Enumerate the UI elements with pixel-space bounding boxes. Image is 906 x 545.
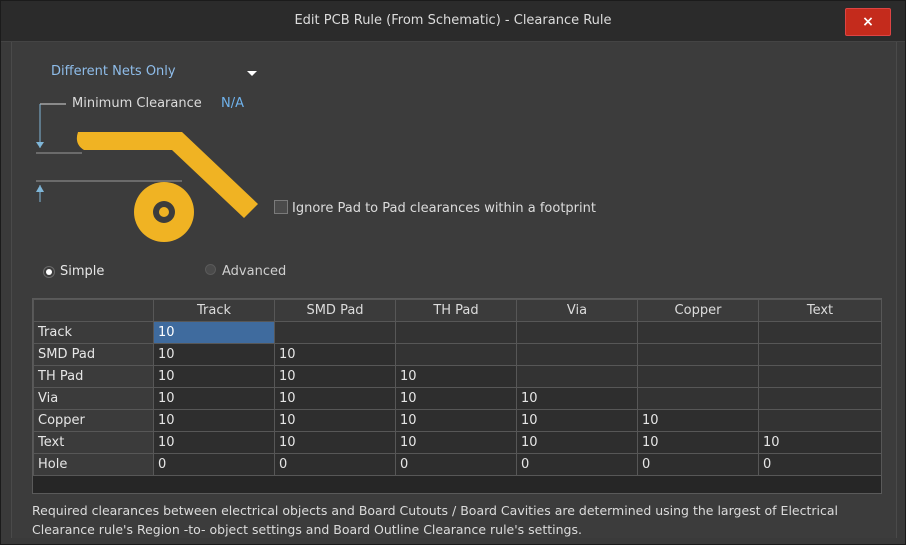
chevron-down-icon: [247, 71, 257, 76]
radio-selected-icon: [46, 269, 52, 275]
clearance-cell[interactable]: 10: [153, 343, 275, 366]
column-header: SMD Pad: [274, 299, 396, 322]
table-corner-cell: [33, 299, 154, 322]
clearance-cell[interactable]: 10: [274, 387, 396, 410]
clearance-matrix: Track SMD Pad TH Pad Via Copper Text Track 10 S…: [32, 298, 882, 494]
close-button[interactable]: ×: [845, 8, 891, 36]
clearance-cell[interactable]: 10: [516, 409, 638, 432]
ignore-pad-checkbox-row[interactable]: Ignore Pad to Pad clearances within a fo…: [274, 200, 596, 218]
clearance-cell[interactable]: 10: [637, 409, 759, 432]
clearance-cell[interactable]: 10: [395, 387, 517, 410]
clearance-cell[interactable]: 10: [274, 365, 396, 388]
simple-radio-label: Simple: [60, 264, 105, 279]
table-row: Track 10: [33, 321, 882, 344]
empty-cell: [637, 343, 759, 366]
clearance-table: Track SMD Pad TH Pad Via Copper Text Track 10 S…: [33, 299, 882, 476]
clearance-cell[interactable]: 10: [153, 387, 275, 410]
row-header: Text: [33, 431, 154, 454]
empty-cell: [637, 321, 759, 344]
empty-cell: [758, 387, 882, 410]
clearance-cell[interactable]: 10: [153, 409, 275, 432]
clearance-cell[interactable]: 0: [153, 453, 275, 476]
column-header: TH Pad: [395, 299, 517, 322]
simple-radio-option[interactable]: Simple: [44, 264, 104, 279]
empty-cell: [758, 409, 882, 432]
minimum-clearance-label: Minimum Clearance: [72, 96, 202, 111]
net-scope-value: Different Nets Only: [51, 64, 176, 79]
empty-cell: [516, 365, 638, 388]
title-bar: Edit PCB Rule (From Schematic) - Clearan…: [1, 1, 905, 42]
clearance-cell[interactable]: 0: [758, 453, 882, 476]
clearance-cell[interactable]: 10: [395, 365, 517, 388]
column-header: Text: [758, 299, 882, 322]
empty-cell: [395, 343, 517, 366]
clearance-diagram: [36, 103, 258, 242]
clearance-cell[interactable]: 10: [395, 431, 517, 454]
table-row: SMD Pad 10 10: [33, 343, 882, 366]
empty-cell: [274, 321, 396, 344]
empty-cell: [758, 321, 882, 344]
clearance-cell[interactable]: 0: [395, 453, 517, 476]
clearance-cell[interactable]: 10: [395, 409, 517, 432]
clearance-cell[interactable]: 10: [153, 321, 275, 344]
table-row: Hole 0 0 0 0 0 0: [33, 453, 882, 476]
clearance-cell[interactable]: 0: [274, 453, 396, 476]
clearance-cell[interactable]: 0: [516, 453, 638, 476]
empty-cell: [758, 365, 882, 388]
column-header: Via: [516, 299, 638, 322]
clearance-cell[interactable]: 10: [637, 431, 759, 454]
clearance-cell[interactable]: 10: [274, 409, 396, 432]
row-header: Track: [33, 321, 154, 344]
empty-cell: [758, 343, 882, 366]
empty-cell: [637, 365, 759, 388]
dimension-down-arrow-icon: [36, 142, 44, 148]
clearance-cell[interactable]: 10: [274, 431, 396, 454]
table-row: TH Pad 10 10 10: [33, 365, 882, 388]
column-header: Copper: [637, 299, 759, 322]
pad-hole-inner: [159, 207, 169, 217]
dialog-title: Edit PCB Rule (From Schematic) - Clearan…: [294, 13, 612, 28]
rule-content: Different Nets Only Minimum Clearance N/…: [11, 42, 897, 538]
dimension-up-arrow-icon: [36, 185, 44, 192]
empty-cell: [395, 321, 517, 344]
row-header: Hole: [33, 453, 154, 476]
clearance-cell[interactable]: 10: [274, 343, 396, 366]
clearance-cell[interactable]: 10: [516, 431, 638, 454]
radio-unselected-icon: [205, 264, 216, 275]
advanced-radio-option[interactable]: Advanced: [205, 264, 286, 279]
clearance-cell[interactable]: 10: [153, 431, 275, 454]
clearance-note: Required clearances between electrical o…: [32, 503, 838, 537]
empty-cell: [516, 321, 638, 344]
dialog-window: Edit PCB Rule (From Schematic) - Clearan…: [0, 0, 906, 545]
table-row: Text 10 10 10 10 10 10: [33, 431, 882, 454]
minimum-clearance-value[interactable]: N/A: [221, 96, 244, 111]
ignore-pad-checkbox[interactable]: [274, 200, 288, 214]
empty-cell: [516, 343, 638, 366]
net-scope-dropdown[interactable]: Different Nets Only: [51, 64, 271, 84]
clearance-cell[interactable]: 10: [516, 387, 638, 410]
row-header: TH Pad: [33, 365, 154, 388]
row-header: Copper: [33, 409, 154, 432]
clearance-cell[interactable]: 10: [153, 365, 275, 388]
clearance-cell[interactable]: 0: [637, 453, 759, 476]
empty-cell: [637, 387, 759, 410]
row-header: Via: [33, 387, 154, 410]
ignore-pad-label: Ignore Pad to Pad clearances within a fo…: [292, 201, 596, 216]
table-row: Copper 10 10 10 10 10: [33, 409, 882, 432]
advanced-radio-label: Advanced: [222, 264, 287, 279]
clearance-cell[interactable]: 10: [758, 431, 882, 454]
column-header: Track: [153, 299, 275, 322]
row-header: SMD Pad: [33, 343, 154, 366]
table-row: Via 10 10 10 10: [33, 387, 882, 410]
